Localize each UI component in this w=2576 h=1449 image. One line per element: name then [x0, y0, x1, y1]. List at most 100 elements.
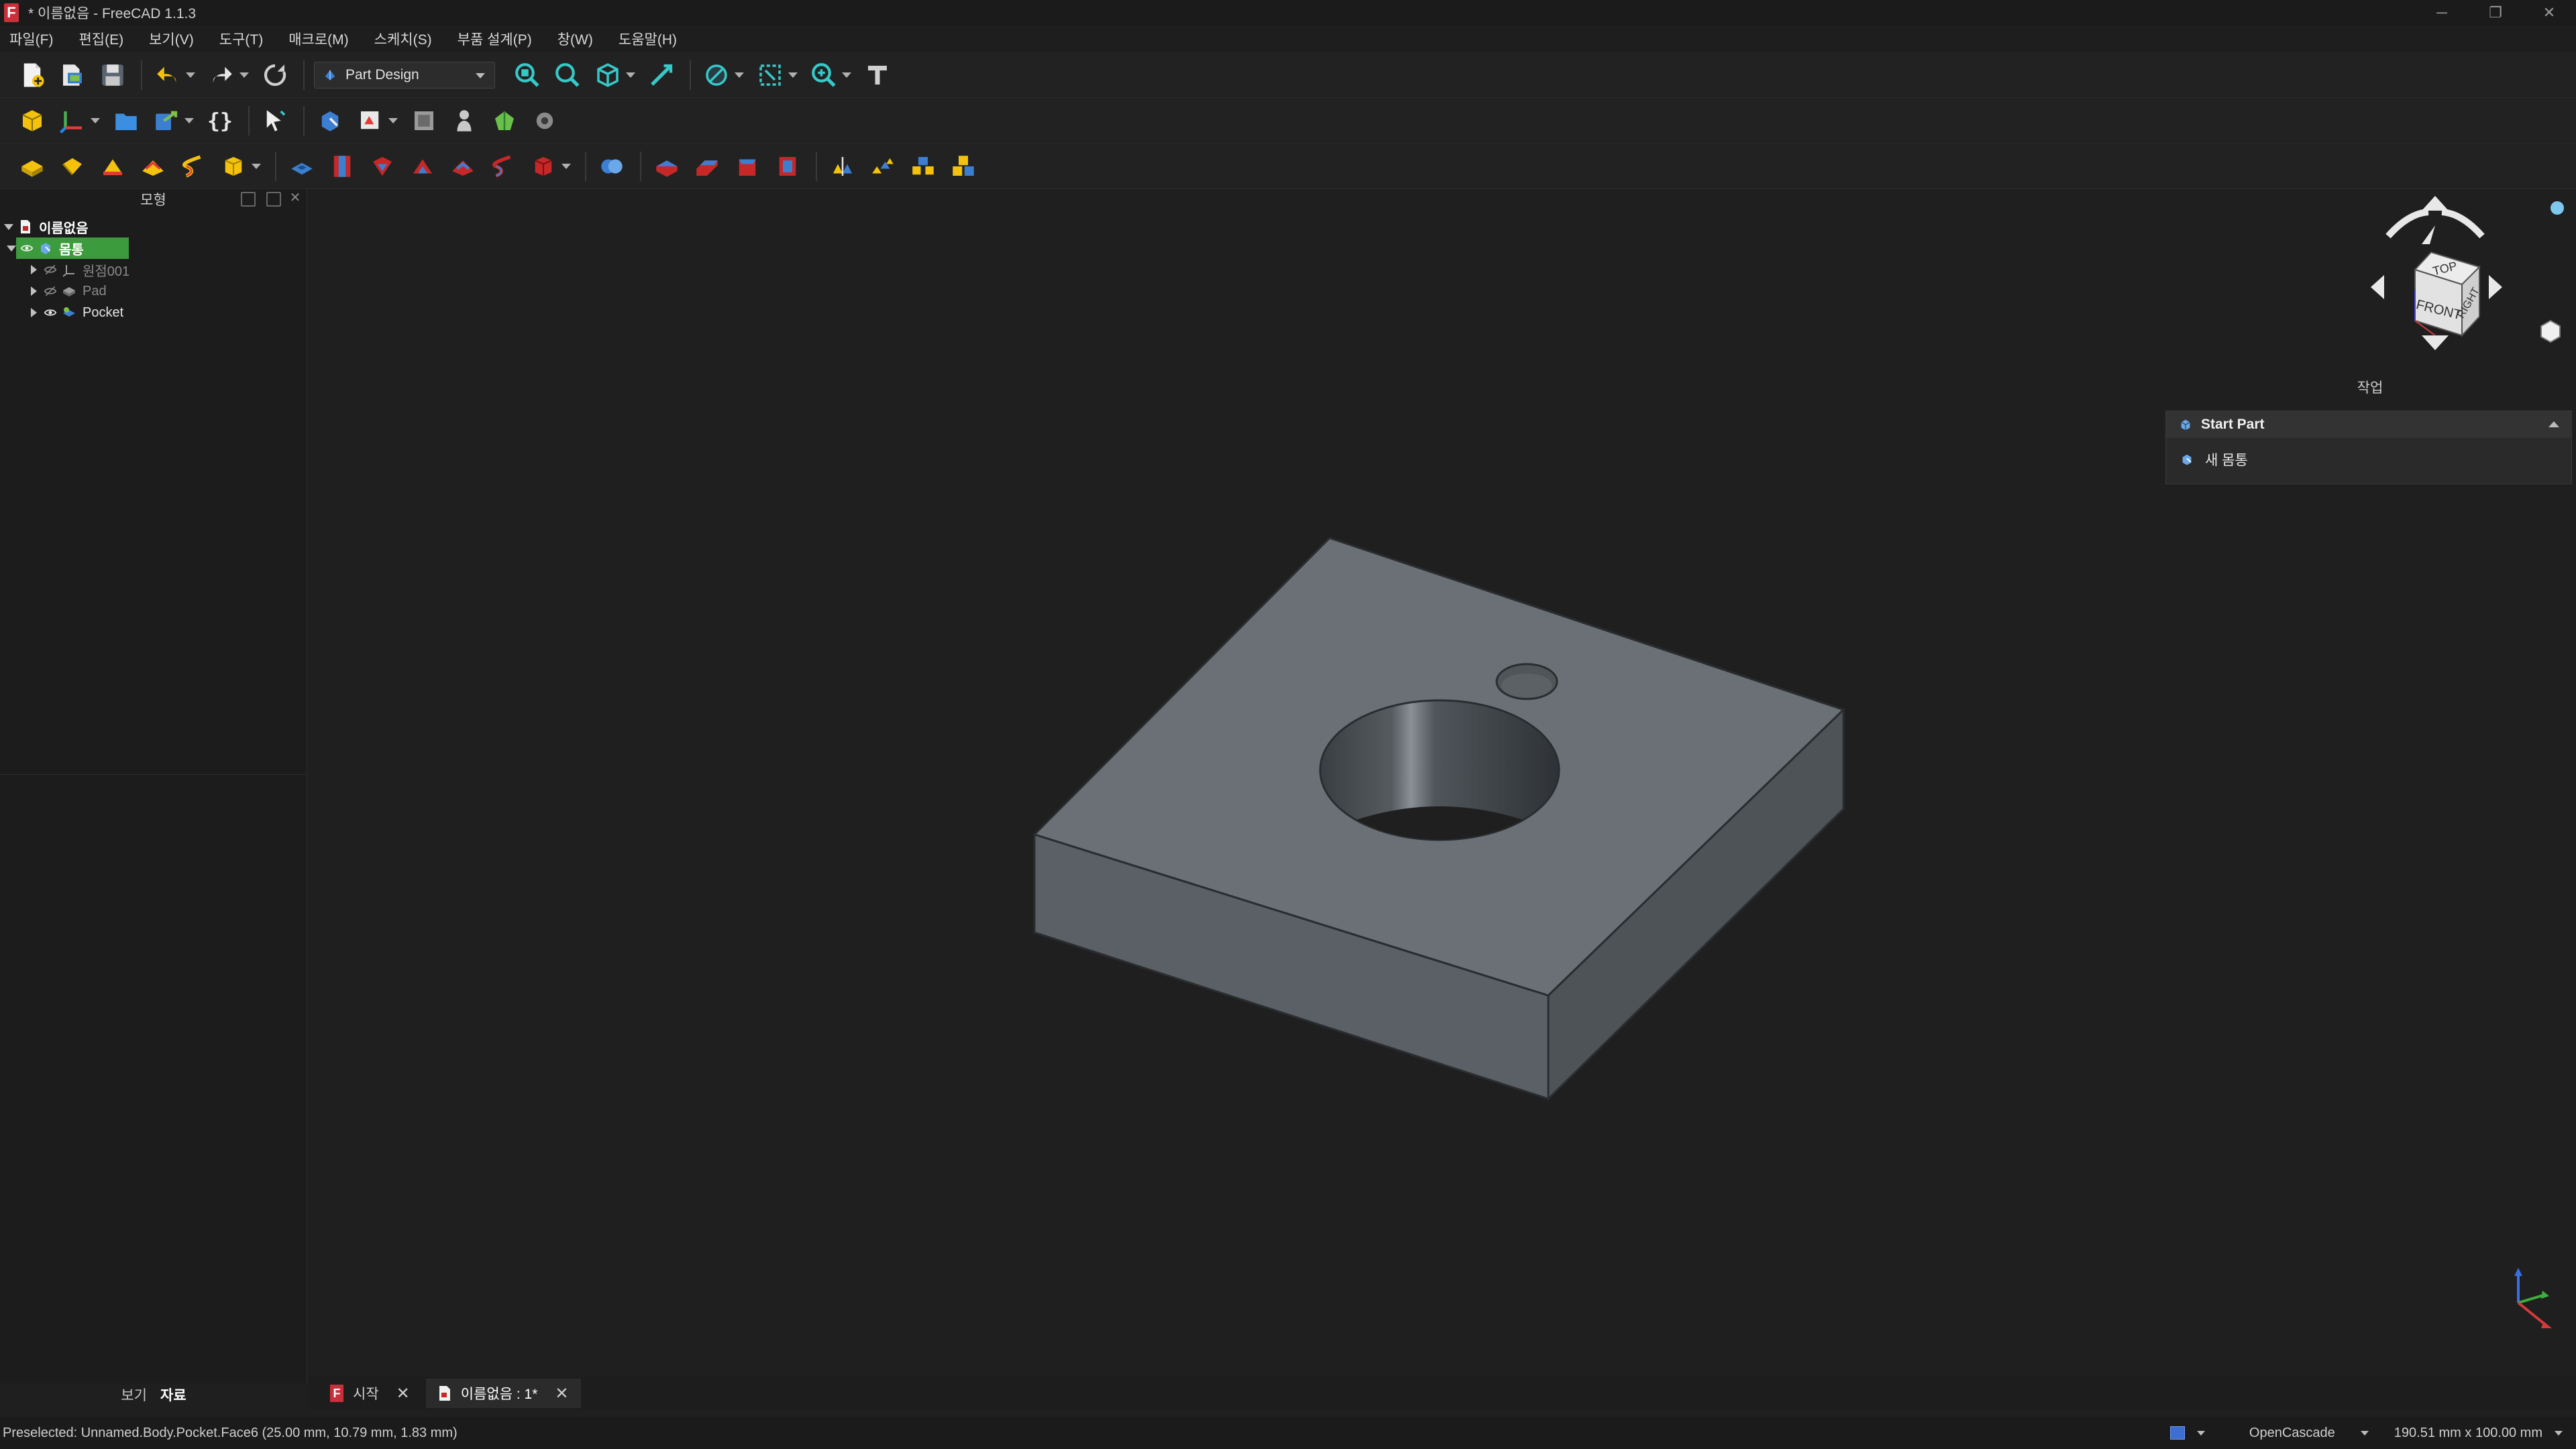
nav-arrow-right-icon[interactable]: [2489, 275, 2502, 299]
draw-style-button[interactable]: [700, 59, 733, 91]
panel-restore-button[interactable]: [266, 192, 281, 207]
hidden-eye-icon[interactable]: [44, 284, 57, 298]
draft-button[interactable]: [731, 150, 763, 182]
nav-orbit-left-icon[interactable]: [2385, 209, 2429, 239]
menu-edit[interactable]: 편집(E): [78, 29, 123, 49]
tree-item-body[interactable]: 몸통: [7, 237, 129, 259]
create-part-button[interactable]: [16, 105, 48, 137]
close-window-button[interactable]: ✕: [2522, 0, 2576, 25]
zoom-button[interactable]: [808, 59, 840, 91]
additive-pipe-button[interactable]: [137, 150, 169, 182]
tree-item-pad[interactable]: Pad: [31, 280, 107, 302]
tab-start-page[interactable]: F 시작 ✕: [318, 1379, 422, 1408]
close-tab-icon[interactable]: ✕: [555, 1384, 568, 1403]
expand-arrow-icon[interactable]: [4, 223, 13, 230]
additive-helix-button[interactable]: [177, 150, 209, 182]
link-dropdown[interactable]: [184, 105, 195, 137]
menu-help[interactable]: 도움말(H): [619, 29, 677, 49]
subtractive-primitive-button[interactable]: [527, 150, 559, 182]
menu-window[interactable]: 창(W): [557, 29, 593, 49]
additive-primitive-dropdown[interactable]: [251, 150, 262, 182]
nav-arrow-left-icon[interactable]: [2371, 275, 2384, 299]
task-new-body-item[interactable]: 새 몸통: [2166, 438, 2571, 481]
hidden-eye-icon[interactable]: [44, 263, 57, 276]
hole-button[interactable]: [326, 150, 358, 182]
draw-style-dropdown[interactable]: [734, 59, 745, 91]
standard-views-dropdown[interactable]: [625, 59, 636, 91]
collapse-arrow-icon[interactable]: [31, 308, 37, 317]
selection-dropdown[interactable]: [788, 59, 798, 91]
refresh-button[interactable]: [259, 59, 291, 91]
menu-file[interactable]: 파일(F): [9, 29, 53, 49]
menu-part-design[interactable]: 부품 설계(P): [458, 29, 532, 49]
groove-button[interactable]: [366, 150, 398, 182]
chamfer-button[interactable]: [691, 150, 723, 182]
create-body-button[interactable]: [314, 105, 346, 137]
pocket-button[interactable]: [286, 150, 318, 182]
navigation-style-dropdown[interactable]: [2196, 1430, 2205, 1436]
kernel-label[interactable]: OpenCascade: [2249, 1426, 2335, 1441]
variable-set-button[interactable]: {}: [204, 105, 236, 137]
validate-sketch-button[interactable]: [408, 105, 440, 137]
maximize-button[interactable]: ❐: [2469, 0, 2522, 25]
menu-tools[interactable]: 도구(T): [219, 29, 263, 49]
workbench-selector[interactable]: Part Design: [314, 61, 495, 89]
polar-pattern-button[interactable]: [907, 150, 939, 182]
close-tab-icon[interactable]: ✕: [396, 1384, 410, 1403]
multi-transform-button[interactable]: [947, 150, 979, 182]
menu-macro[interactable]: 매크로(M): [288, 29, 348, 49]
mirrored-button[interactable]: [826, 150, 859, 182]
create-group-button[interactable]: [110, 105, 142, 137]
menu-view[interactable]: 보기(V): [149, 29, 194, 49]
menu-sketch[interactable]: 스케치(S): [374, 29, 432, 49]
measurement-tool-button[interactable]: [861, 59, 894, 91]
fit-selection-button[interactable]: [551, 59, 584, 91]
minimize-button[interactable]: ─: [2415, 0, 2469, 25]
expand-arrow-icon[interactable]: [7, 245, 16, 252]
zoom-dropdown[interactable]: [841, 59, 852, 91]
nav-arrow-up-icon[interactable]: [2422, 225, 2435, 244]
task-section-start-part[interactable]: Start Part: [2166, 411, 2571, 438]
dimension-readout[interactable]: 190.51 mm x 100.00 mm: [2394, 1426, 2542, 1441]
panel-float-button[interactable]: [241, 192, 256, 207]
navigation-style-icon[interactable]: [2169, 1426, 2185, 1440]
link-button[interactable]: [150, 105, 182, 137]
boolean-button[interactable]: [596, 150, 628, 182]
nav-arrow-down-icon[interactable]: [2422, 335, 2449, 350]
collapse-arrow-icon[interactable]: [31, 286, 37, 296]
open-document-button[interactable]: [56, 59, 89, 91]
subtractive-loft-button[interactable]: [407, 150, 439, 182]
new-document-button[interactable]: [16, 59, 48, 91]
datum-dropdown[interactable]: [90, 105, 101, 137]
3d-viewport[interactable]: TOP FRONT RIGHT: [309, 189, 2576, 1377]
nav-menu-dot-icon[interactable]: [2551, 201, 2564, 215]
model-render[interactable]: TOP FRONT RIGHT: [309, 189, 2576, 1377]
fillet-button[interactable]: [651, 150, 683, 182]
shape-binder-button[interactable]: [448, 105, 480, 137]
kernel-dropdown[interactable]: [2360, 1430, 2369, 1436]
pad-button[interactable]: [16, 150, 48, 182]
navigation-cube[interactable]: TOP FRONT RIGHT: [2371, 196, 2564, 350]
subtractive-pipe-button[interactable]: [447, 150, 479, 182]
thickness-button[interactable]: [771, 150, 804, 182]
tab-data[interactable]: 자료: [154, 1382, 193, 1407]
redo-dropdown[interactable]: [239, 59, 250, 91]
select-filter-button[interactable]: [259, 105, 291, 137]
isometric-view-button[interactable]: [592, 59, 624, 91]
linear-pattern-button[interactable]: [867, 150, 899, 182]
nav-rotate-up-icon[interactable]: [2422, 196, 2449, 211]
clone-button[interactable]: [529, 105, 561, 137]
tab-view[interactable]: 보기: [114, 1382, 154, 1407]
undo-dropdown[interactable]: [185, 59, 196, 91]
visibility-eye-icon[interactable]: [20, 241, 34, 255]
panel-close-button[interactable]: ✕: [288, 191, 303, 207]
additive-primitive-button[interactable]: [217, 150, 250, 182]
redo-button[interactable]: [205, 59, 237, 91]
tree-item-document[interactable]: 이름없음: [4, 216, 89, 237]
tree-item-pocket[interactable]: Pocket: [31, 302, 123, 323]
nav-view-menu-cube-icon[interactable]: [2540, 319, 2561, 343]
tab-document[interactable]: 이름없음 : 1* ✕: [425, 1379, 581, 1408]
undo-button[interactable]: [152, 59, 184, 91]
unit-dropdown[interactable]: [2555, 1430, 2563, 1436]
additive-loft-button[interactable]: [97, 150, 129, 182]
